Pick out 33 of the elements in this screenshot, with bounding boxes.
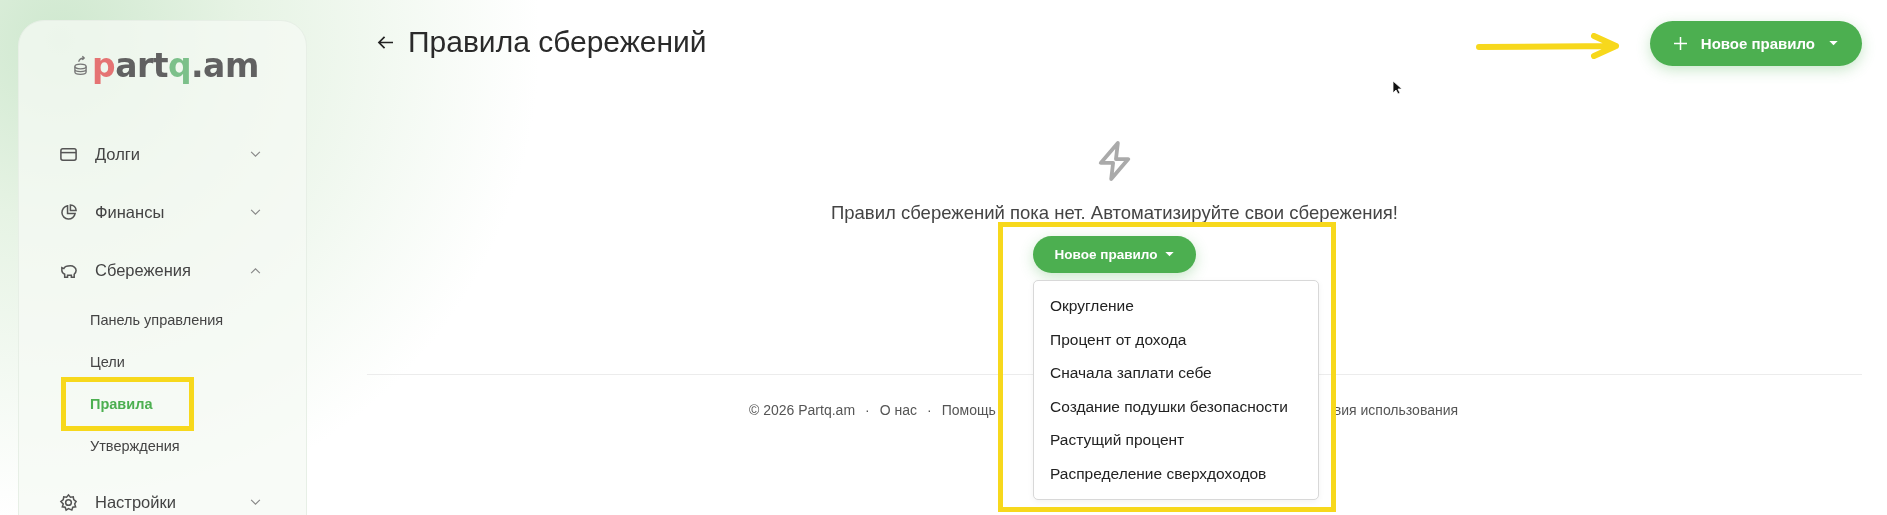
back-arrow-icon[interactable] [377, 34, 394, 50]
nav-item[interactable]: Настройки [55, 473, 261, 515]
logo-text: partq.am [92, 45, 259, 85]
chevron-icon [250, 150, 261, 158]
copyright-text: © 2026 Partq.am [749, 402, 856, 418]
separator-dot: · [927, 402, 932, 418]
nav-subitem[interactable]: Цели [90, 341, 125, 383]
cursor-icon [1392, 80, 1402, 95]
caret-icon [1829, 40, 1838, 46]
pie-chart-icon [59, 202, 78, 222]
caret-icon [1165, 252, 1175, 257]
nav-item[interactable]: Долги [55, 125, 261, 183]
menu-item[interactable]: Растущий процент [1034, 423, 1318, 457]
nav-subitem[interactable]: Панель управления [90, 299, 224, 341]
empty-message: Правил сбережений пока нет. Автоматизируйте свои сбережения! [831, 202, 1398, 224]
page-title: Правила сбережений [408, 25, 707, 59]
footer-link[interactable]: Помощь [941, 402, 996, 418]
menu-item[interactable]: Создание подушки безопасности [1034, 389, 1318, 424]
chevron-icon [250, 208, 261, 216]
coins-icon [73, 54, 88, 76]
menu-item[interactable]: Распределение сверхдоходов [1034, 456, 1318, 491]
menu-item[interactable]: Сначала заплати себе [1034, 356, 1318, 390]
footer-link[interactable]: О нас [879, 402, 917, 418]
plus-icon [1673, 36, 1687, 50]
chevron-icon [250, 498, 261, 506]
chevron-icon [250, 266, 261, 274]
menu-item[interactable]: Процент от дохода [1034, 322, 1318, 357]
menu-item[interactable]: Округление [1034, 289, 1318, 323]
nav-subitem[interactable]: Утверждения [90, 425, 180, 467]
settings-icon [59, 492, 78, 512]
nav-item[interactable]: Финансы [55, 183, 261, 241]
separator-dot: · [865, 402, 870, 418]
nav-item[interactable]: Сбережения [55, 241, 261, 299]
